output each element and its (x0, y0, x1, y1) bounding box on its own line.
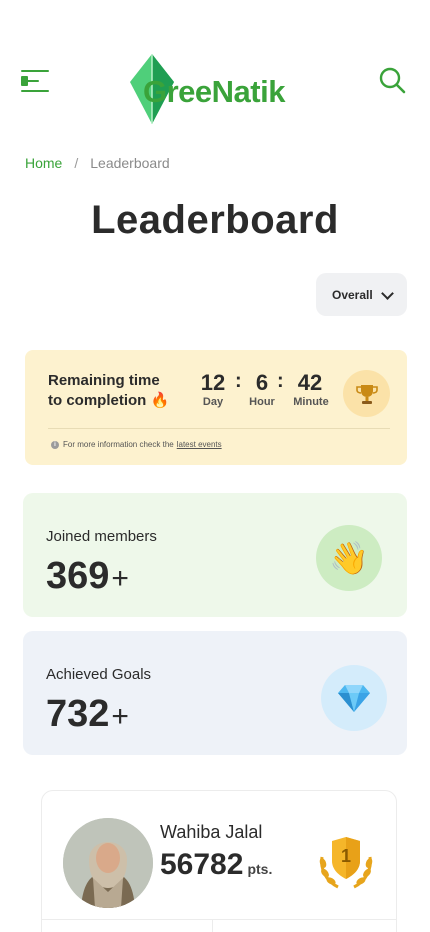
divider (48, 428, 390, 429)
breadcrumb-home-link[interactable]: Home (25, 155, 62, 171)
achieved-goals-card: Achieved Goals 732+ (23, 631, 407, 755)
achieved-goals-label: Achieved Goals (46, 666, 152, 683)
app-header: GreeNatik (0, 52, 430, 128)
trophy-icon (343, 370, 390, 417)
breadcrumb-separator: / (74, 155, 79, 171)
diamond-icon (321, 665, 387, 731)
joined-members-label: Joined members (46, 528, 157, 545)
divider (212, 919, 213, 932)
fire-icon: 🔥 (150, 392, 170, 409)
countdown-label: Remaining time to completion 🔥 (48, 371, 188, 411)
countdown-label-line2: to completion (48, 392, 147, 409)
breadcrumb-current: Leaderboard (90, 155, 170, 171)
rank-medal-icon: 1 (314, 835, 378, 895)
page-title: Leaderboard (91, 198, 339, 242)
achieved-goals-suffix: + (111, 700, 129, 733)
waving-hand-icon: 👋 (316, 525, 382, 591)
top-user-card[interactable]: Wahiba Jalal 56782 pts. 1 (41, 790, 397, 932)
countdown-colon: : (277, 370, 284, 392)
countdown-colon: : (235, 370, 242, 392)
joined-members-number: 369 (46, 555, 110, 597)
avatar (63, 818, 153, 908)
countdown-hours: 6 (255, 370, 269, 395)
achieved-goals-value: 732+ (46, 693, 129, 736)
countdown-hours-label: Hour (249, 396, 275, 408)
search-icon[interactable] (378, 66, 406, 94)
achieved-goals-number: 732 (46, 693, 110, 735)
countdown-label-line1: Remaining time (48, 372, 160, 389)
chevron-down-icon (381, 287, 394, 300)
countdown-card: Remaining time to completion 🔥 12 Day : … (25, 350, 407, 465)
breadcrumb: Home / Leaderboard (25, 155, 170, 171)
countdown-minutes-label: Minute (293, 396, 329, 408)
period-filter-dropdown[interactable]: Overall (316, 273, 407, 316)
top-user-points: 56782 pts. (160, 848, 272, 882)
joined-members-suffix: + (111, 562, 129, 595)
info-icon: i (51, 440, 59, 449)
countdown-info: i For more information check the latest … (51, 440, 222, 449)
top-user-name: Wahiba Jalal (160, 822, 263, 842)
countdown-info-text: For more information check the (63, 440, 174, 449)
joined-members-value: 369+ (46, 555, 129, 598)
countdown-minutes: 42 (297, 370, 323, 395)
points-unit: pts. (247, 861, 273, 877)
menu-icon[interactable] (21, 68, 51, 92)
countdown-days: 12 (200, 370, 226, 395)
latest-events-link[interactable]: latest events (177, 440, 222, 449)
period-filter-value: Overall (332, 287, 373, 302)
top-user-points-value: 56782 (160, 848, 244, 881)
joined-members-card: Joined members 369+ 👋 (23, 493, 407, 617)
rank-number: 1 (340, 846, 351, 866)
countdown-days-label: Day (202, 396, 224, 408)
divider (42, 919, 396, 920)
logo-text: GreeNatik (143, 74, 285, 109)
logo[interactable]: GreeNatik (126, 52, 306, 126)
